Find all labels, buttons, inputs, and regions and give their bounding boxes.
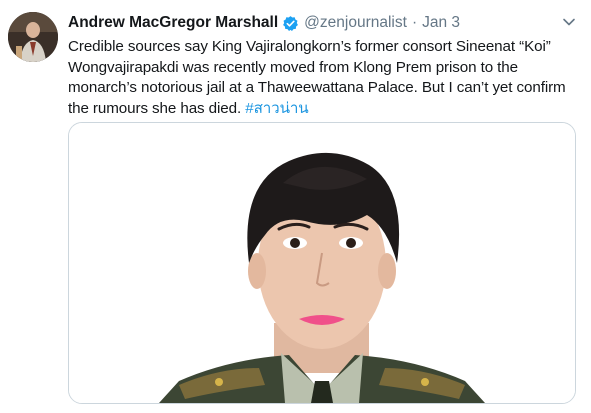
tweet-body: Credible sources say King Vajiralongkorn… <box>68 38 566 117</box>
tweet-date[interactable]: Jan 3 <box>422 14 460 32</box>
author-name[interactable]: Andrew MacGregor Marshall <box>68 14 278 32</box>
portrait-image <box>69 123 575 403</box>
tweet-header: Andrew MacGregor Marshall @zenjournalist… <box>68 12 460 34</box>
author-handle[interactable]: @zenjournalist <box>304 14 407 32</box>
chevron-down-icon[interactable] <box>561 14 577 30</box>
tweet-card[interactable]: Andrew MacGregor Marshall @zenjournalist… <box>0 0 591 413</box>
tweet-photo[interactable] <box>68 122 576 404</box>
header-separator: · <box>411 14 418 31</box>
tweet-text: Credible sources say King Vajiralongkorn… <box>68 37 580 119</box>
verified-badge-icon <box>282 15 299 32</box>
hashtag-link[interactable]: #สาวน่าน <box>245 100 308 117</box>
author-avatar[interactable] <box>8 12 58 62</box>
